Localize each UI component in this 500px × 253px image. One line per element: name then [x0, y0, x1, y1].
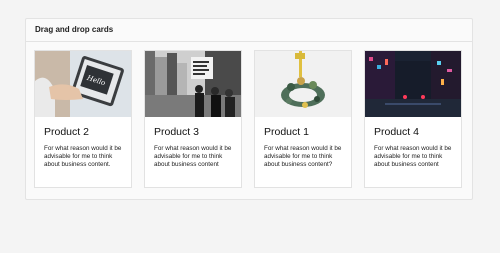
hand-holding-tablet-photo: Hello: [35, 51, 131, 117]
card-text: For what reason would it be advisable fo…: [264, 145, 342, 169]
neon-city-night-photo: [365, 51, 461, 117]
panel-title: Drag and drop cards: [26, 19, 472, 42]
drag-drop-panel: Drag and drop cards Hello Product 2 For …: [25, 18, 473, 200]
figures-on-ring-photo: [255, 51, 351, 117]
card-title: Product 3: [154, 126, 199, 138]
card-text: For what reason would it be advisable fo…: [154, 145, 232, 169]
card-text: For what reason would it be advisable fo…: [44, 145, 122, 169]
product-card[interactable]: Product 3 For what reason would it be ad…: [144, 50, 242, 188]
card-text: For what reason would it be advisable fo…: [374, 145, 452, 169]
product-card[interactable]: Product 4 For what reason would it be ad…: [364, 50, 462, 188]
card-title: Product 4: [374, 126, 419, 138]
product-card[interactable]: Product 1 For what reason would it be ad…: [254, 50, 352, 188]
card-title: Product 1: [264, 126, 309, 138]
card-title: Product 2: [44, 126, 89, 138]
street-protest-photo: [145, 51, 241, 117]
product-card[interactable]: Hello Product 2 For what reason would it…: [34, 50, 132, 188]
